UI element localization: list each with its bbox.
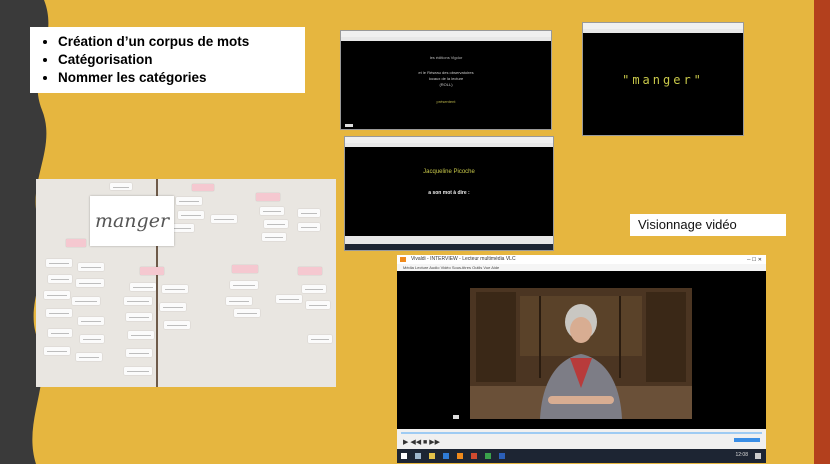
word-card: [298, 267, 322, 275]
word-card: [66, 239, 86, 247]
word-card: [124, 367, 152, 375]
video-screenshot-intro: les éditions Vigdor et le Réseau des obs…: [340, 30, 552, 130]
word-card: [160, 303, 186, 311]
word-card: [192, 184, 214, 191]
video-viewing-label: Visionnage vidéo: [630, 214, 786, 236]
word-card: [302, 285, 326, 293]
windows-start-icon[interactable]: [401, 453, 407, 459]
word-card: [78, 317, 104, 325]
player-control-icon: [345, 124, 353, 127]
app-icon[interactable]: [499, 453, 505, 459]
word-card: [128, 331, 154, 339]
word-card: [276, 295, 302, 303]
activity-item-categorisation: Catégorisation: [58, 51, 295, 69]
word-card: [140, 267, 164, 275]
word-card: [298, 209, 320, 217]
word-card: [48, 329, 72, 337]
player-controls: ▶ ◀◀ ■ ▶▶: [397, 429, 766, 449]
app-icon[interactable]: [485, 453, 491, 459]
featured-word: "manger": [622, 73, 704, 87]
word-card: [298, 223, 320, 231]
word-card: [178, 211, 204, 219]
intro-presents: présentent: [436, 99, 456, 104]
vlc-player-window: Vivaldi - INTERVIEW - Lecteur multimédia…: [397, 255, 766, 463]
windows-taskbar: 12:08: [397, 449, 766, 463]
intro-network-line3: (ROLL): [439, 82, 453, 87]
word-card: [48, 275, 72, 283]
player-menu-bar: Média Lecture Audio Vidéo Sous-titres Ou…: [397, 264, 766, 271]
video-screenshot-speaker: Jacqueline Picoche a son mot à dire :: [344, 136, 554, 251]
word-card: [162, 285, 188, 293]
word-card: [262, 233, 286, 241]
word-card: [308, 335, 332, 343]
notification-icon[interactable]: [755, 453, 761, 459]
word-card: [232, 265, 258, 273]
activity-item-corpus: Création d’un corpus de mots: [58, 33, 295, 51]
word-card: [211, 215, 237, 223]
word-card: [306, 301, 330, 309]
word-card: [44, 291, 70, 299]
word-card: [260, 207, 284, 215]
word-card: [46, 309, 72, 317]
activity-list: Création d’un corpus de mots Catégorisat…: [40, 33, 295, 87]
right-decorative-stripe: [814, 0, 830, 464]
play-button[interactable]: ▶ ◀◀ ■ ▶▶: [403, 438, 440, 446]
edge-icon[interactable]: [443, 453, 449, 459]
activity-list-box: Création d’un corpus de mots Catégorisat…: [30, 27, 305, 93]
seek-bar[interactable]: [401, 432, 762, 434]
player-title-bar: Vivaldi - INTERVIEW - Lecteur multimédia…: [397, 255, 766, 264]
word-cards-photo: [36, 179, 336, 387]
word-card: [164, 321, 190, 329]
vlc-cone-icon: [400, 257, 406, 262]
folder-icon[interactable]: [429, 453, 435, 459]
word-card: [110, 183, 132, 190]
speaker-name: Jacqueline Picoche: [423, 169, 475, 175]
word-card: [78, 263, 104, 271]
word-card: [176, 197, 202, 205]
word-card: [130, 283, 156, 291]
vlc-taskbar-icon[interactable]: [457, 453, 463, 459]
word-card: [126, 313, 152, 321]
word-card: [44, 347, 70, 355]
word-card: [72, 297, 100, 305]
intro-network-line2: locaux de la lecture: [428, 76, 464, 81]
video-frame: [470, 288, 692, 419]
volume-slider[interactable]: [734, 438, 760, 442]
video-screenshot-word: "manger": [582, 22, 744, 136]
word-card: [76, 279, 104, 287]
word-card: [230, 281, 258, 289]
word-card: [80, 335, 104, 343]
search-icon[interactable]: [415, 453, 421, 459]
word-card: [226, 297, 252, 305]
word-card: [126, 349, 152, 357]
main-word-card: manger: [90, 196, 174, 246]
word-card: [76, 353, 102, 361]
taskbar-clock: 12:08: [735, 452, 748, 458]
activity-item-naming: Nommer les catégories: [58, 69, 295, 87]
intro-network-line1: et le Réseau des observatoires: [418, 70, 474, 75]
word-card: [46, 259, 72, 267]
app-icon[interactable]: [471, 453, 477, 459]
word-card: [256, 193, 280, 201]
speaker-video-still: [470, 288, 692, 419]
subtitle-icon: [453, 415, 459, 419]
window-controls[interactable]: ─ ☐ ✕: [747, 257, 762, 263]
intro-publisher: les éditions Vigdor: [429, 55, 463, 60]
player-controls-bar: [345, 236, 553, 250]
word-card: [234, 309, 260, 317]
word-card: [124, 297, 152, 305]
word-card: [264, 220, 288, 228]
speaker-subtitle: a son mot à dire :: [428, 190, 470, 196]
